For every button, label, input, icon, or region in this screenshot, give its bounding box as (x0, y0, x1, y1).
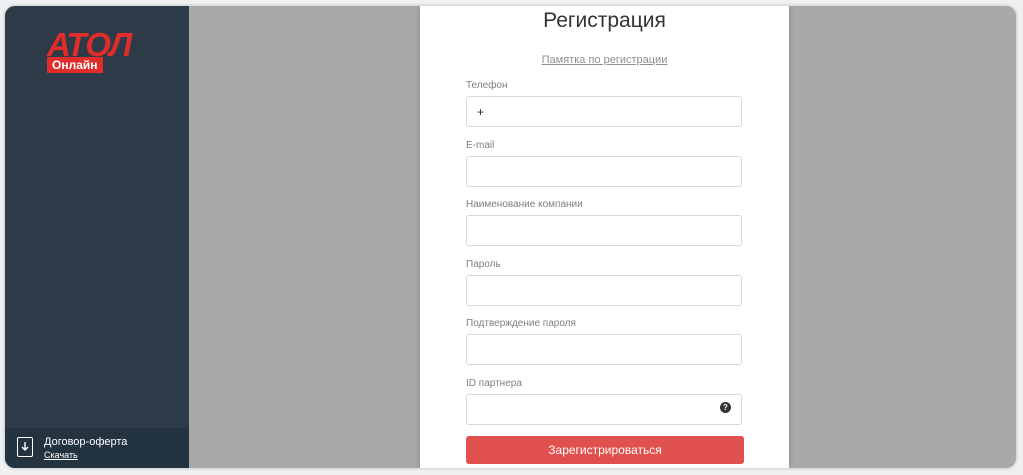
register-button[interactable]: Зарегистрироваться (466, 436, 744, 464)
atol-logo: АТОЛ Онлайн (47, 28, 147, 78)
question-help-icon[interactable]: ? (720, 402, 731, 413)
phone-label: Телефон (466, 80, 508, 91)
download-link[interactable]: Скачать (44, 450, 78, 460)
company-name-input[interactable] (466, 215, 742, 246)
registration-memo-link[interactable]: Памятка по регистрации (420, 54, 789, 66)
sidebar: АТОЛ Онлайн Договор-оферта Скачать (5, 6, 189, 468)
offer-agreement-title: Договор-оферта (44, 436, 128, 448)
partner-id-input[interactable] (466, 394, 742, 425)
password-label: Пароль (466, 259, 501, 270)
email-input[interactable] (466, 156, 742, 187)
email-label: E-mail (466, 140, 495, 151)
phone-input[interactable] (466, 96, 742, 127)
password-input[interactable] (466, 275, 742, 306)
company-name-label: Наименование компании (466, 199, 583, 210)
confirm-password-input[interactable] (466, 334, 742, 365)
download-document-icon[interactable] (17, 437, 33, 457)
offer-agreement-block: Договор-оферта Скачать (5, 428, 189, 468)
page-title: Регистрация (543, 9, 666, 32)
logo-badge: Онлайн (47, 57, 103, 73)
partner-id-label: ID партнера (466, 378, 522, 389)
registration-form: Регистрация Памятка по регистрации Телеф… (420, 6, 789, 468)
app-window: АТОЛ Онлайн Договор-оферта Скачать Регис… (5, 6, 1016, 468)
confirm-password-label: Подтверждение пароля (466, 318, 576, 329)
